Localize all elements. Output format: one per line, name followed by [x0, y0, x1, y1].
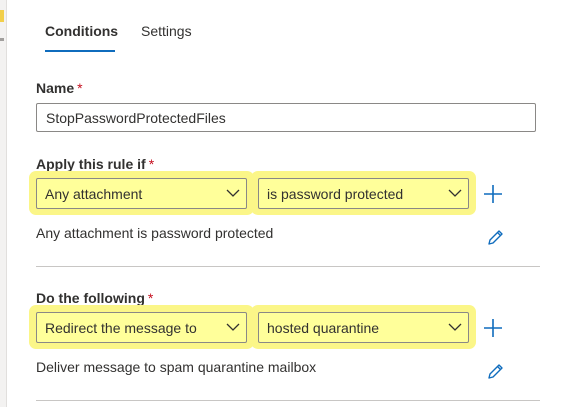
target-dropdown-value: hosted quarantine — [267, 320, 380, 336]
section-divider — [36, 266, 540, 267]
operator-dropdown-value: is password protected — [267, 186, 404, 202]
target-dropdown[interactable]: hosted quarantine — [258, 312, 469, 343]
rule-name-input[interactable] — [36, 103, 536, 132]
condition-dropdown[interactable]: Any attachment — [36, 178, 247, 209]
do-following-label: Do the following * — [36, 290, 153, 306]
condition-summary: Any attachment is password protected — [36, 225, 274, 241]
chevron-down-icon — [226, 323, 240, 331]
do-following-label-text: Do the following — [36, 290, 145, 306]
chevron-down-icon — [448, 323, 462, 331]
apply-rule-label-text: Apply this rule if — [36, 156, 146, 172]
required-asterisk: * — [148, 156, 155, 172]
action-dropdown[interactable]: Redirect the message to — [36, 312, 247, 343]
active-tab-indicator — [45, 50, 115, 52]
edit-condition-pencil-icon[interactable] — [485, 228, 505, 248]
edit-action-pencil-icon[interactable] — [485, 362, 505, 382]
apply-rule-label: Apply this rule if * — [36, 156, 154, 172]
chevron-down-icon — [226, 189, 240, 197]
left-panel-edge — [0, 0, 7, 407]
tab-conditions[interactable]: Conditions — [45, 23, 118, 39]
condition-dropdown-value: Any attachment — [45, 186, 143, 202]
tab-settings[interactable]: Settings — [141, 23, 192, 39]
action-summary: Deliver message to spam quarantine mailb… — [36, 359, 317, 375]
add-condition-plus-icon[interactable] — [481, 182, 505, 206]
edge-marker — [0, 10, 4, 22]
name-label-text: Name — [36, 80, 75, 96]
name-label: Name * — [36, 80, 83, 96]
add-action-plus-icon[interactable] — [481, 316, 505, 340]
required-asterisk: * — [147, 290, 154, 306]
operator-dropdown[interactable]: is password protected — [258, 178, 469, 209]
action-dropdown-value: Redirect the message to — [45, 320, 197, 336]
edge-marker — [0, 38, 4, 41]
chevron-down-icon — [448, 189, 462, 197]
required-asterisk: * — [77, 80, 83, 96]
section-divider — [36, 400, 540, 401]
